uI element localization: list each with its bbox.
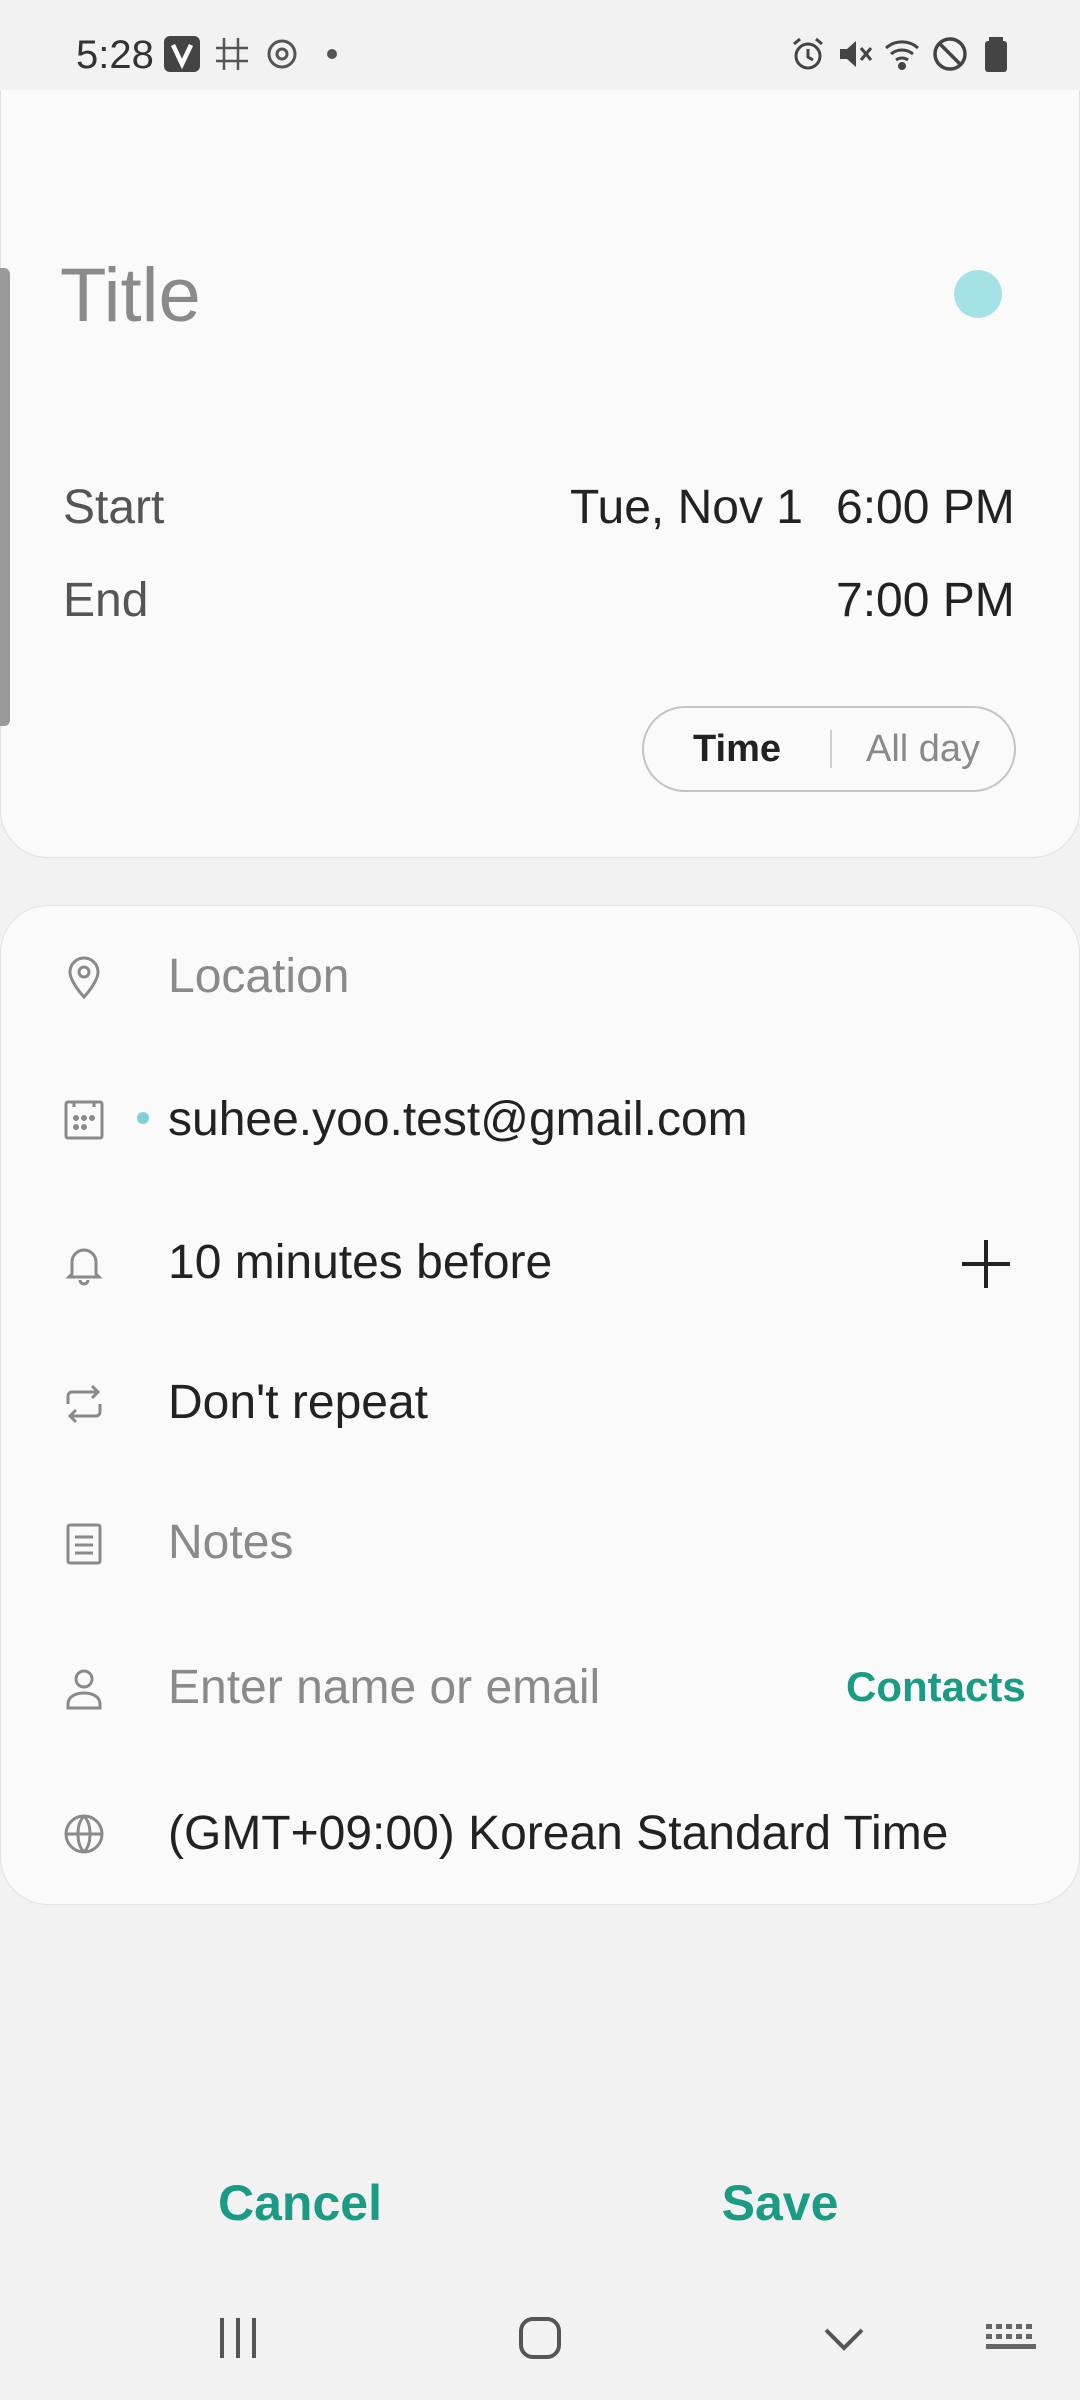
mute-icon bbox=[834, 34, 874, 74]
keyboard-icon[interactable] bbox=[984, 2312, 1040, 2364]
start-date[interactable]: Tue, Nov 1 bbox=[570, 478, 803, 538]
start-time[interactable]: 6:00 PM bbox=[836, 478, 1015, 538]
battery-icon bbox=[976, 34, 1016, 74]
dnd-icon bbox=[930, 34, 970, 74]
timezone-field[interactable]: (GMT+09:00) Korean Standard Time bbox=[168, 1804, 948, 1864]
grid-icon bbox=[212, 34, 252, 74]
calendar-icon bbox=[60, 1096, 108, 1144]
notes-icon bbox=[60, 1520, 108, 1568]
alarm-icon bbox=[788, 34, 828, 74]
status-time: 5:28 bbox=[76, 33, 154, 77]
person-icon bbox=[60, 1664, 108, 1712]
sync-icon bbox=[262, 34, 302, 74]
add-reminder-icon[interactable] bbox=[956, 1234, 1016, 1294]
hide-keyboard-icon[interactable] bbox=[820, 2312, 868, 2364]
end-label: End bbox=[63, 574, 149, 627]
reminder-field[interactable]: 10 minutes before bbox=[168, 1233, 552, 1293]
invitee-input[interactable] bbox=[168, 1652, 788, 1722]
cancel-button[interactable]: Cancel bbox=[160, 2168, 440, 2238]
bell-icon bbox=[60, 1240, 108, 1288]
time-mode-toggle: Time All day bbox=[642, 706, 1016, 792]
all-day-button[interactable]: All day bbox=[832, 708, 1014, 790]
home-icon[interactable] bbox=[516, 2312, 564, 2364]
wifi-icon bbox=[882, 34, 922, 74]
save-button[interactable]: Save bbox=[640, 2168, 920, 2238]
location-pin-icon bbox=[60, 953, 108, 1001]
calendar-color-dot bbox=[137, 1112, 149, 1124]
location-field[interactable]: Location bbox=[168, 947, 349, 1007]
event-color-picker[interactable] bbox=[954, 270, 1002, 318]
repeat-icon bbox=[60, 1380, 108, 1428]
scroll-indicator[interactable] bbox=[0, 268, 10, 726]
globe-icon bbox=[60, 1810, 108, 1858]
calendar-account[interactable]: suhee.yoo.test@gmail.com bbox=[168, 1090, 748, 1150]
notes-field[interactable]: Notes bbox=[168, 1513, 293, 1573]
end-time[interactable]: 7:00 PM bbox=[836, 571, 1015, 631]
event-details-card bbox=[0, 905, 1080, 1905]
time-mode-button[interactable]: Time bbox=[644, 708, 830, 790]
recent-apps-icon[interactable] bbox=[214, 2312, 262, 2364]
dot-icon bbox=[312, 34, 352, 74]
v-app-icon bbox=[162, 34, 202, 74]
title-input[interactable] bbox=[60, 240, 920, 350]
start-label: Start bbox=[63, 481, 165, 534]
contacts-button[interactable]: Contacts bbox=[846, 1657, 1026, 1717]
repeat-field[interactable]: Don't repeat bbox=[168, 1373, 428, 1433]
